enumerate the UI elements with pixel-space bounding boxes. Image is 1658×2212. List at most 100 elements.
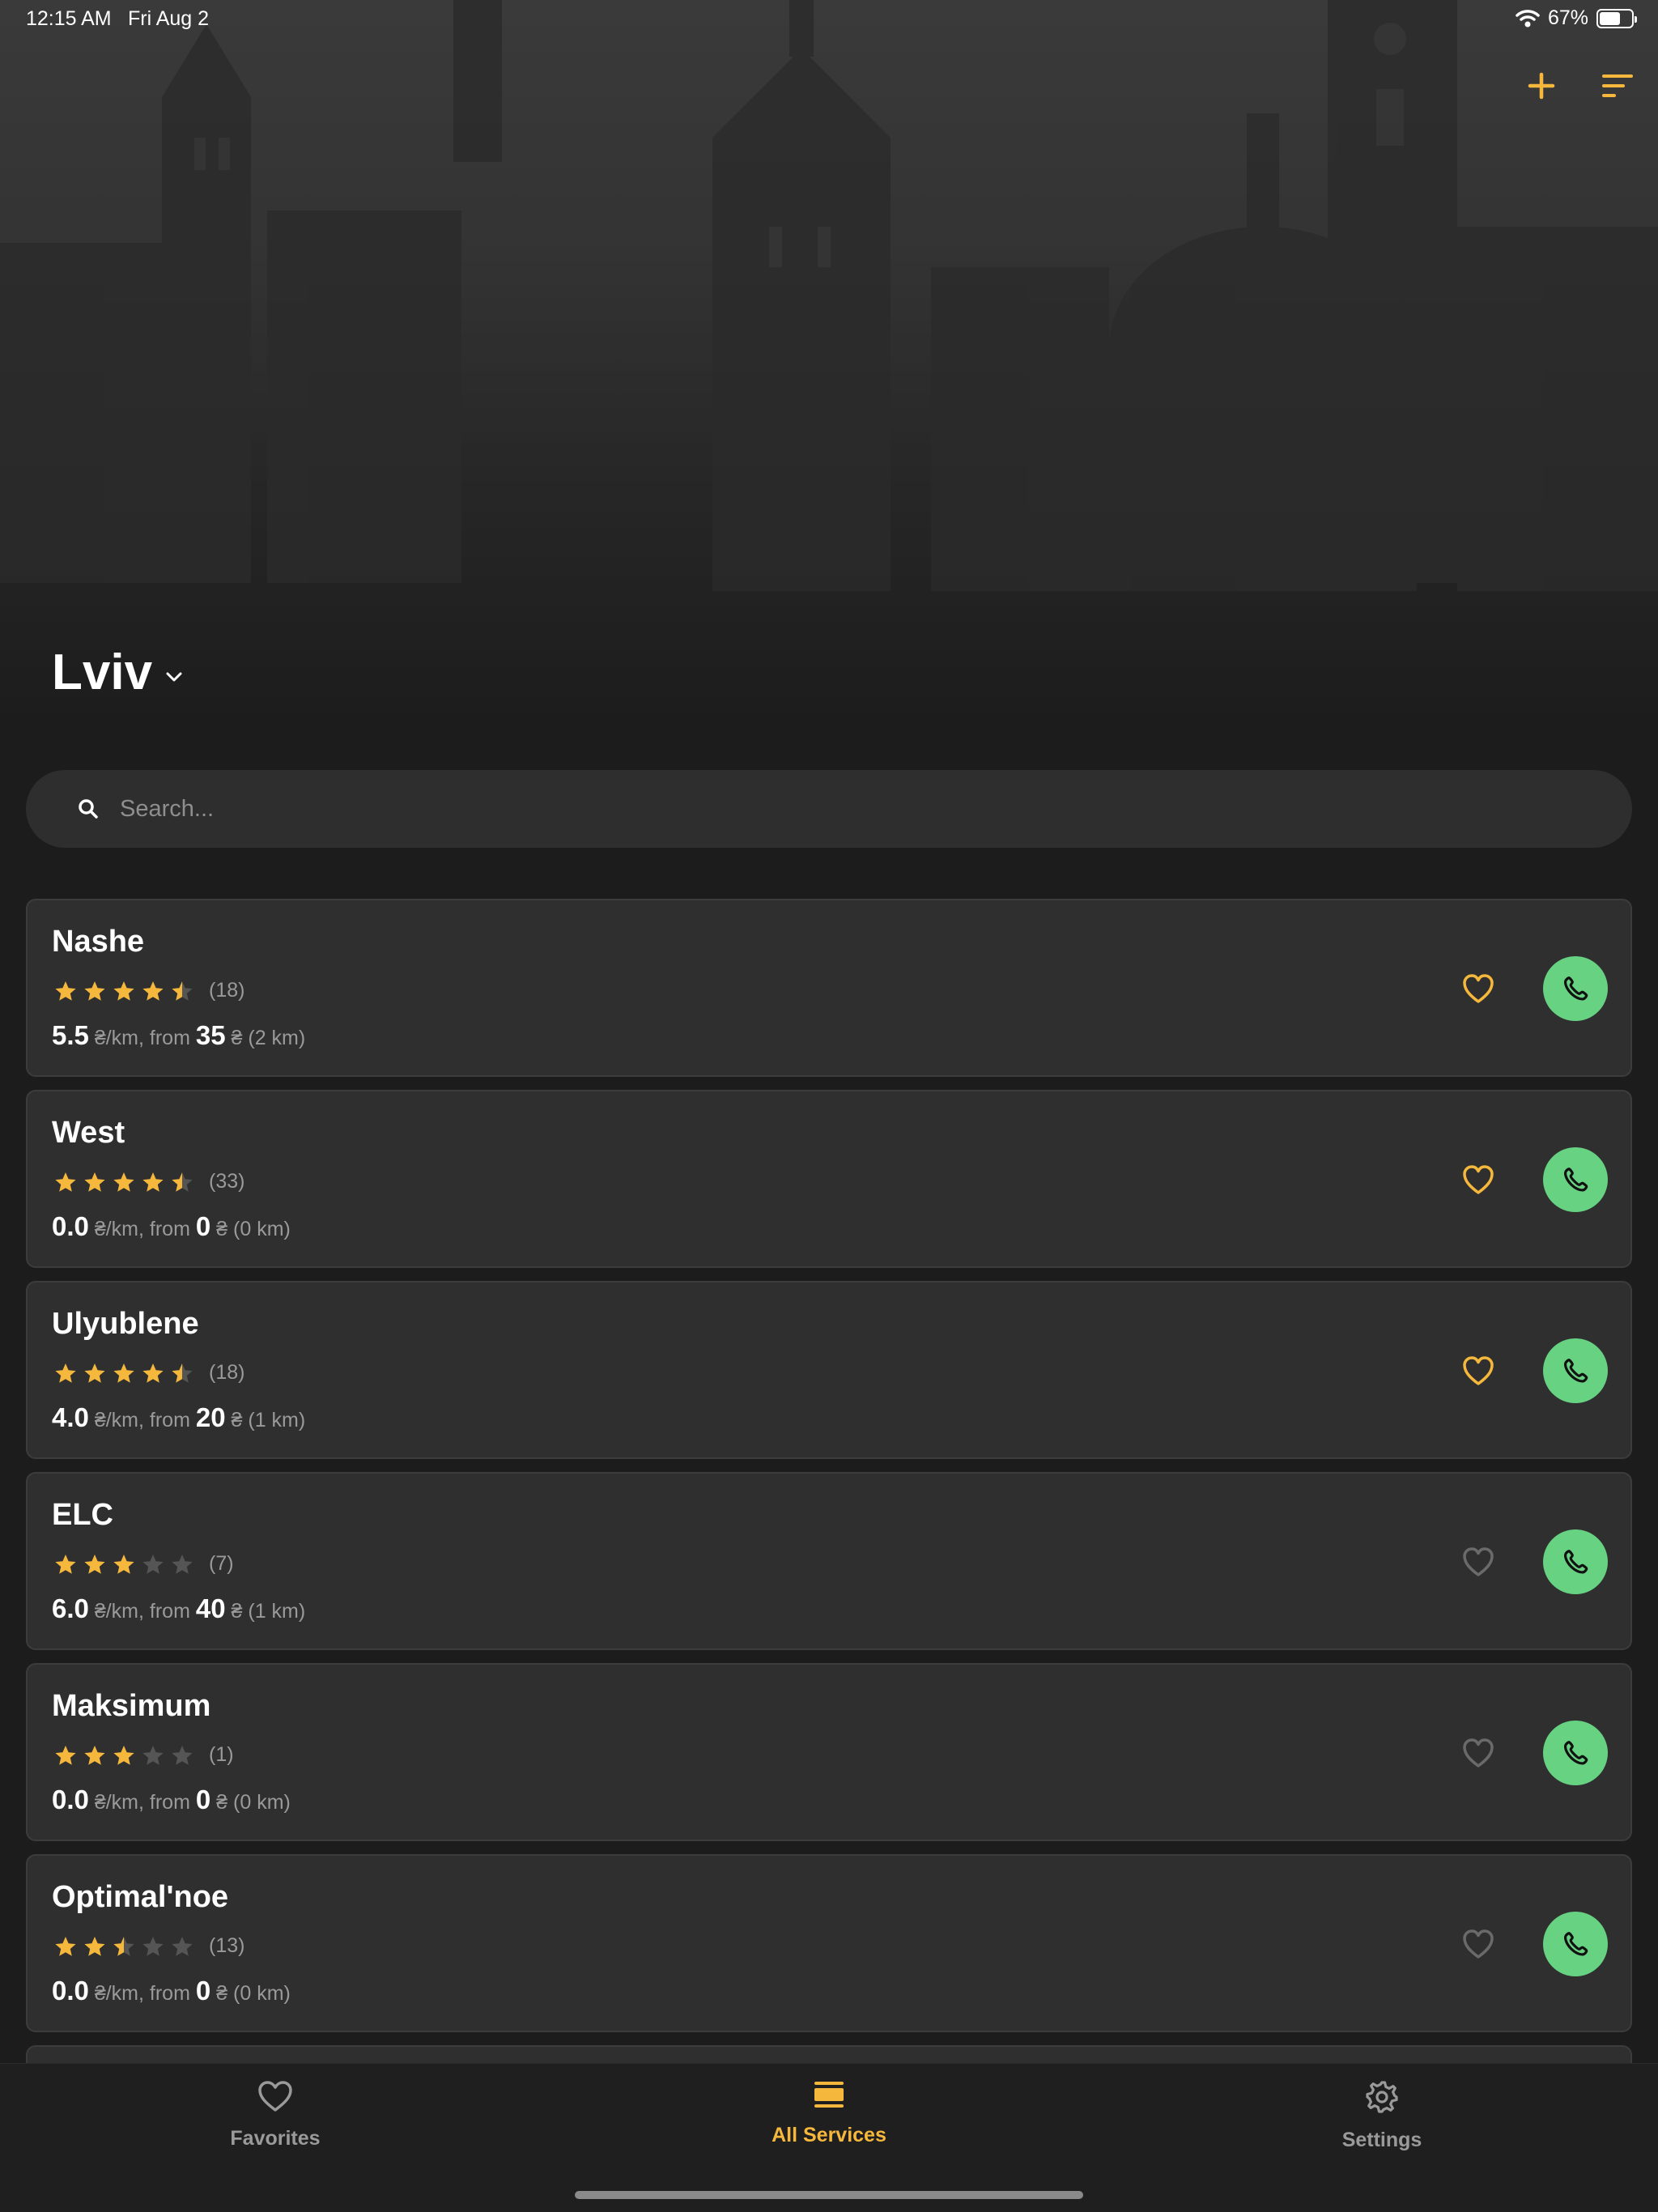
rating-stars: (7) — [53, 1552, 234, 1576]
star-icon — [142, 1745, 164, 1765]
tab-settings[interactable]: Settings — [1261, 2080, 1503, 2152]
list-icon — [814, 2082, 844, 2108]
service-name: ELC — [52, 1498, 113, 1532]
rating-stars: (13) — [53, 1934, 244, 1958]
status-bar: 12:15 AM Fri Aug 2 67% — [0, 0, 1658, 40]
review-count: (33) — [209, 1170, 245, 1193]
call-button[interactable] — [1543, 1147, 1608, 1212]
call-button[interactable] — [1543, 1721, 1608, 1785]
minimum-price-suffix: ₴ (2 km) — [231, 1027, 306, 1049]
phone-icon — [1564, 1932, 1588, 1956]
star-icon — [84, 981, 105, 1001]
call-button[interactable] — [1543, 1529, 1608, 1594]
heart-icon — [1463, 1165, 1494, 1194]
service-card-partial[interactable] — [26, 2045, 1632, 2063]
star-icon — [142, 1363, 164, 1383]
phone-icon — [1564, 1550, 1588, 1574]
minimum-price: 20 — [195, 1402, 226, 1432]
favorite-button[interactable] — [1454, 1155, 1503, 1204]
favorite-button[interactable] — [1454, 1729, 1503, 1777]
search-input[interactable] — [120, 795, 1577, 823]
chevron-down-icon — [166, 672, 182, 681]
heart-icon — [1463, 974, 1494, 1003]
star-icon — [142, 981, 164, 1001]
rating-stars: (18) — [53, 979, 244, 1002]
rating-stars: (18) — [53, 1361, 244, 1385]
price-info: 0.0 ₴/km, from 0 ₴ (0 km) — [52, 1784, 291, 1815]
gear-icon — [1366, 2081, 1398, 2113]
service-name: Maksimum — [52, 1689, 211, 1723]
tab-bar: Favorites All Services Settings — [0, 2063, 1658, 2212]
star-icon — [84, 1745, 105, 1765]
star-icon — [172, 1936, 193, 1956]
search-bar[interactable] — [26, 770, 1632, 848]
phone-icon — [1564, 976, 1588, 1001]
minimum-price: 35 — [195, 1020, 226, 1050]
star-icon — [55, 1745, 76, 1765]
call-button[interactable] — [1543, 1912, 1608, 1976]
minimum-price-suffix: ₴ (0 km) — [216, 1791, 291, 1814]
star-icon — [55, 1554, 76, 1574]
favorite-button[interactable] — [1454, 964, 1503, 1013]
price-unit: ₴/km, from — [94, 1982, 190, 2005]
star-icon — [84, 1554, 105, 1574]
call-button[interactable] — [1543, 956, 1608, 1021]
favorite-button[interactable] — [1454, 1920, 1503, 1968]
price-unit: ₴/km, from — [94, 1791, 190, 1814]
review-count: (13) — [209, 1934, 245, 1957]
favorite-button[interactable] — [1454, 1346, 1503, 1395]
service-name: Ulyublene — [52, 1307, 199, 1341]
star-icon — [113, 1745, 134, 1765]
city-background-image — [0, 0, 1658, 729]
city-selector[interactable]: Lviv — [52, 644, 183, 701]
add-service-button[interactable] — [1519, 63, 1564, 108]
price-info: 4.0 ₴/km, from 20 ₴ (1 km) — [52, 1402, 305, 1433]
service-card[interactable]: Nashe (18) 5.5 ₴/km, from 35 ₴ (2 km) — [26, 899, 1632, 1077]
price-per-km: 0.0 — [52, 1211, 89, 1241]
service-card[interactable]: ELC (7) 6.0 ₴/km, from 40 ₴ (1 km) — [26, 1472, 1632, 1650]
services-list[interactable]: Nashe (18) 5.5 ₴/km, from 35 ₴ (2 km) West (… — [26, 899, 1632, 2063]
minimum-price: 0 — [195, 1976, 211, 2006]
tab-favorites[interactable]: Favorites — [154, 2080, 397, 2150]
star-icon — [113, 1172, 134, 1192]
price-unit: ₴/km, from — [94, 1409, 190, 1431]
service-card[interactable]: Ulyublene (18) 4.0 ₴/km, from 20 ₴ (1 km) — [26, 1281, 1632, 1459]
minimum-price-suffix: ₴ (0 km) — [216, 1218, 291, 1240]
rating-stars: (1) — [53, 1743, 234, 1767]
price-per-km: 0.0 — [52, 1976, 89, 2006]
star-icon — [113, 1363, 134, 1383]
star-icon — [55, 1363, 76, 1383]
heart-icon — [258, 2081, 292, 2112]
heart-icon — [1463, 1356, 1494, 1385]
price-unit: ₴/km, from — [94, 1600, 190, 1623]
status-time: 12:15 AM — [26, 7, 112, 30]
price-per-km: 6.0 — [52, 1593, 89, 1623]
heart-icon — [1463, 1929, 1494, 1959]
minimum-price: 40 — [195, 1593, 226, 1623]
rating-stars: (33) — [53, 1170, 244, 1193]
sort-icon — [1602, 74, 1633, 97]
service-card[interactable]: Maksimum (1) 0.0 ₴/km, from 0 ₴ (0 km) — [26, 1663, 1632, 1841]
service-name: Optimal'noe — [52, 1880, 229, 1914]
star-icon — [55, 981, 76, 1001]
minimum-price-suffix: ₴ (0 km) — [216, 1982, 291, 2005]
call-button[interactable] — [1543, 1338, 1608, 1403]
price-unit: ₴/km, from — [94, 1218, 190, 1240]
price-per-km: 0.0 — [52, 1784, 89, 1814]
star-icon — [55, 1172, 76, 1192]
tab-label-favorites: Favorites — [230, 2127, 321, 2150]
star-icon — [142, 1936, 164, 1956]
favorite-button[interactable] — [1454, 1538, 1503, 1586]
battery-level — [1600, 11, 1621, 25]
tab-all-services[interactable]: All Services — [708, 2080, 950, 2147]
status-date: Fri Aug 2 — [128, 7, 210, 30]
star-icon — [113, 1554, 134, 1574]
sort-button[interactable] — [1595, 63, 1640, 108]
service-card[interactable]: West (33) 0.0 ₴/km, from 0 ₴ (0 km) — [26, 1090, 1632, 1268]
price-info: 0.0 ₴/km, from 0 ₴ (0 km) — [52, 1211, 291, 1242]
price-per-km: 5.5 — [52, 1020, 89, 1050]
service-card[interactable]: Optimal'noe (13) 0.0 ₴/km, from 0 ₴ (0 km) — [26, 1854, 1632, 2032]
minimum-price-suffix: ₴ (1 km) — [231, 1409, 306, 1431]
price-unit: ₴/km, from — [94, 1027, 190, 1049]
price-info: 6.0 ₴/km, from 40 ₴ (1 km) — [52, 1593, 305, 1624]
